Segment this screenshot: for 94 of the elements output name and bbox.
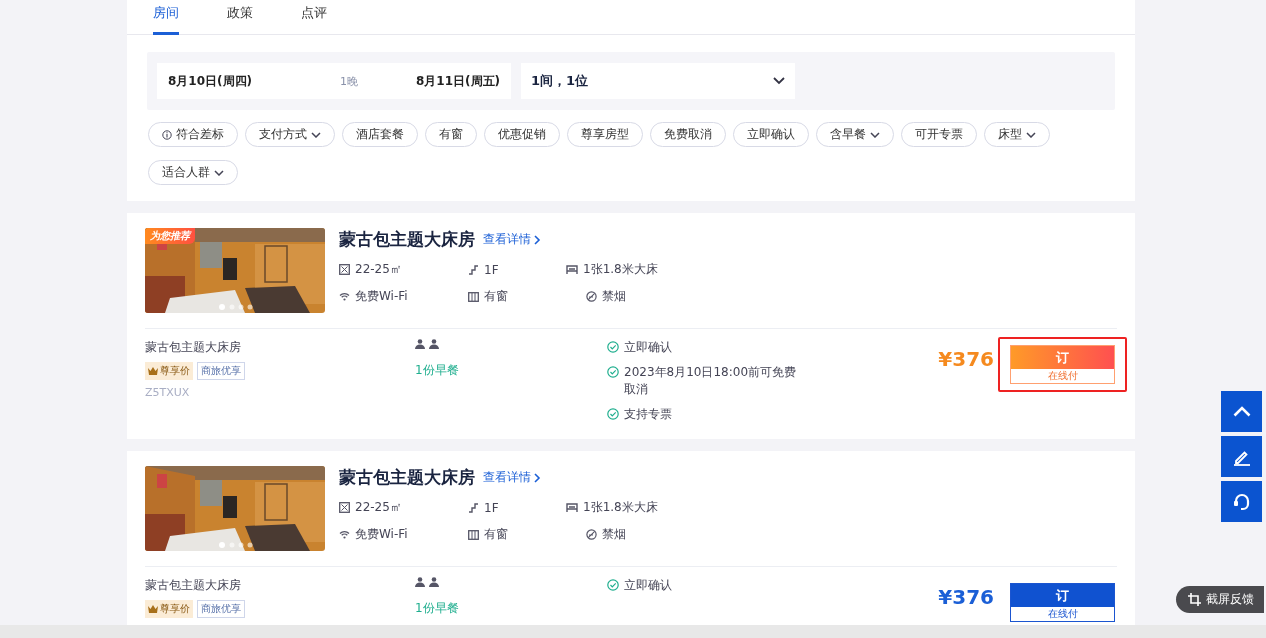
- area-icon: [339, 502, 350, 513]
- crown-icon: [148, 367, 158, 375]
- book-button[interactable]: 订 在线付: [1010, 583, 1115, 622]
- filter-chip[interactable]: 有窗: [425, 122, 477, 147]
- book-label: 订: [1011, 346, 1114, 369]
- policy-text: 立即确认: [624, 577, 673, 594]
- carousel-dots-icon: [219, 304, 253, 310]
- filter-chip[interactable]: 支付方式: [245, 122, 335, 147]
- screenshot-feedback-button[interactable]: 截屏反馈: [1176, 586, 1264, 613]
- window-icon: [468, 291, 479, 302]
- room-title: 蒙古包主题大床房: [339, 228, 475, 251]
- area-text: 22-25㎡: [355, 261, 402, 278]
- back-to-top-button[interactable]: [1221, 391, 1262, 432]
- filter-chip[interactable]: 符合差标: [148, 122, 238, 147]
- chevron-down-icon: [214, 169, 224, 176]
- premium-price-tag: 尊享价: [145, 362, 193, 380]
- floor-text: 1F: [484, 500, 499, 515]
- details-link[interactable]: 查看详情: [483, 469, 541, 486]
- chevron-down-icon: [773, 77, 785, 85]
- policy-text: 2023年8月10日18:00前可免费取消: [624, 364, 798, 398]
- smoking-text: 禁烟: [602, 288, 626, 305]
- price: ¥376: [938, 347, 994, 371]
- business-tag: 商旅优享: [197, 362, 245, 380]
- pay-online-label: 在线付: [1046, 607, 1079, 621]
- breakfast-text: 1份早餐: [415, 362, 460, 379]
- chevron-right-icon: [534, 234, 541, 245]
- filter-chip[interactable]: 免费取消: [650, 122, 726, 147]
- wifi-icon: [339, 530, 350, 539]
- info-icon: [162, 129, 172, 140]
- wifi-text: 免费Wi-Fi: [355, 526, 408, 543]
- check-circle-icon: [607, 341, 619, 353]
- chevron-down-icon: [311, 131, 321, 138]
- floor-text: 1F: [484, 262, 499, 277]
- bed-text: 1张1.8米大床: [583, 499, 658, 516]
- chevron-up-icon: [1232, 406, 1251, 417]
- pay-online-label: 在线付: [1046, 369, 1079, 383]
- filter-chip[interactable]: 床型: [984, 122, 1050, 147]
- carousel-dots-icon: [219, 542, 253, 548]
- guests-icon: [415, 577, 441, 587]
- bed-icon: [566, 265, 578, 274]
- recommend-badge: 为您推荐: [145, 228, 195, 244]
- bed-icon: [566, 503, 578, 512]
- room-title: 蒙古包主题大床房: [339, 466, 475, 489]
- filter-chip[interactable]: 适合人群: [148, 160, 238, 185]
- chevron-right-icon: [534, 472, 541, 483]
- check-circle-icon: [607, 366, 619, 378]
- policy-text: 立即确认: [624, 339, 673, 356]
- crop-icon: [1188, 593, 1201, 606]
- crown-icon: [148, 605, 158, 613]
- bed-text: 1张1.8米大床: [583, 261, 658, 278]
- tab[interactable]: 政策: [227, 0, 253, 35]
- premium-price-tag: 尊享价: [145, 600, 193, 618]
- check-circle-icon: [607, 408, 619, 420]
- wifi-icon: [339, 292, 350, 301]
- support-button[interactable]: [1221, 481, 1262, 522]
- no-smoking-icon: [586, 291, 597, 302]
- nights-count: 1晚: [340, 73, 358, 89]
- checkout-date: 8月11日(周五): [415, 72, 500, 90]
- headset-icon: [1232, 491, 1251, 512]
- chevron-down-icon: [1026, 131, 1036, 138]
- window-icon: [468, 529, 479, 540]
- area-icon: [339, 264, 350, 275]
- tab[interactable]: 点评: [301, 0, 327, 35]
- wifi-text: 免费Wi-Fi: [355, 288, 408, 305]
- filter-chip[interactable]: 酒店套餐: [342, 122, 418, 147]
- policy-text: 支持专票: [624, 406, 673, 423]
- filter-chip[interactable]: 尊享房型: [567, 122, 643, 147]
- filter-chip[interactable]: 可开专票: [901, 122, 977, 147]
- chevron-down-icon: [870, 131, 880, 138]
- book-label: 订: [1011, 584, 1114, 607]
- offer-name: 蒙古包主题大床房: [145, 577, 242, 594]
- price: ¥376: [938, 585, 994, 609]
- window-text: 有窗: [484, 288, 508, 305]
- stairs-icon: [468, 264, 479, 275]
- guests-dropdown[interactable]: 1间，1位: [521, 63, 795, 99]
- stairs-icon: [468, 502, 479, 513]
- checkin-date: 8月10日(周四): [168, 72, 253, 90]
- filter-chip[interactable]: 含早餐: [816, 122, 894, 147]
- window-text: 有窗: [484, 526, 508, 543]
- guests-value: 1间，1位: [531, 72, 589, 90]
- check-circle-icon: [607, 579, 619, 591]
- breakfast-text: 1份早餐: [415, 600, 460, 617]
- details-link[interactable]: 查看详情: [483, 231, 541, 248]
- edit-button[interactable]: [1221, 436, 1262, 477]
- filter-chip[interactable]: 优惠促销: [484, 122, 560, 147]
- business-tag: 商旅优享: [197, 600, 245, 618]
- date-picker[interactable]: 8月10日(周四) 1晚 8月11日(周五): [157, 63, 511, 99]
- offer-name: 蒙古包主题大床房: [145, 339, 242, 356]
- smoking-text: 禁烟: [602, 526, 626, 543]
- filter-chip[interactable]: 立即确认: [733, 122, 809, 147]
- no-smoking-icon: [586, 529, 597, 540]
- guests-icon: [415, 339, 441, 349]
- offer-code: Z5TXUX: [145, 386, 191, 399]
- area-text: 22-25㎡: [355, 499, 402, 516]
